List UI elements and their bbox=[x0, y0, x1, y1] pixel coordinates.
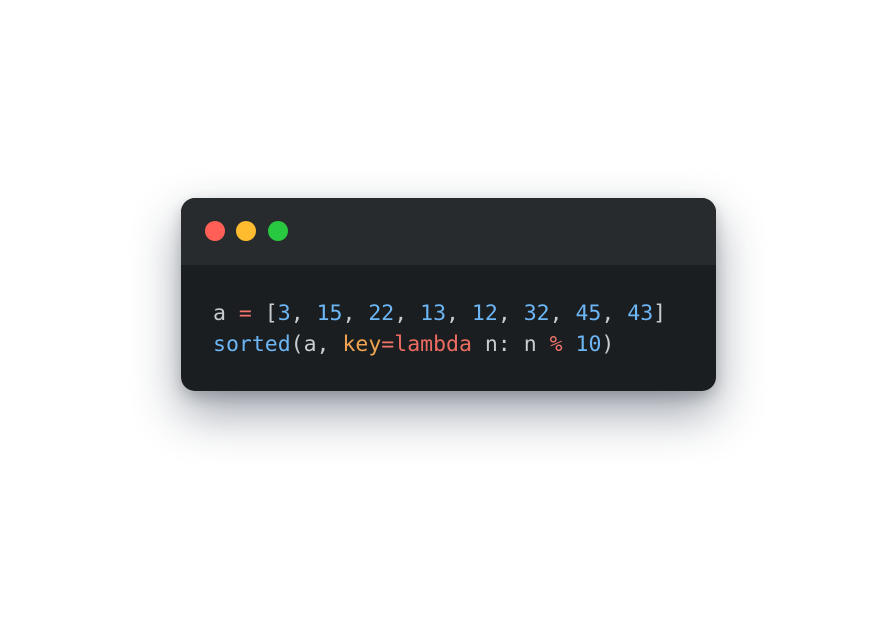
code-token-key: key bbox=[342, 332, 382, 357]
code-token-num: 13 bbox=[420, 301, 447, 326]
code-token-plain: ) bbox=[601, 332, 615, 357]
code-token-plain: a bbox=[213, 301, 239, 326]
code-token-num: 43 bbox=[627, 301, 654, 326]
code-token-op: = bbox=[381, 332, 395, 357]
window-titlebar bbox=[181, 198, 716, 265]
canvas: a = [3, 15, 22, 13, 12, 32, 45, 43] sorte… bbox=[0, 0, 885, 641]
code-token-plain: , bbox=[601, 301, 628, 326]
code-token-plain: n: n bbox=[471, 332, 550, 357]
code-token-plain: , bbox=[290, 301, 317, 326]
code-token-plain: ] bbox=[653, 301, 667, 326]
code-token-op: = bbox=[238, 301, 252, 326]
zoom-window-icon[interactable] bbox=[268, 221, 288, 241]
code-token-plain: , bbox=[342, 301, 369, 326]
close-window-icon[interactable] bbox=[205, 221, 225, 241]
code-token-num: 10 bbox=[575, 332, 602, 357]
code-line-1: a = [3, 15, 22, 13, 12, 32, 45, 43] bbox=[213, 298, 666, 329]
code-token-func: sorted bbox=[213, 332, 291, 357]
code-window: a = [3, 15, 22, 13, 12, 32, 45, 43] sorte… bbox=[181, 198, 716, 391]
code-token-plain: [ bbox=[251, 301, 278, 326]
minimize-window-icon[interactable] bbox=[236, 221, 256, 241]
code-token-plain: (a, bbox=[290, 332, 343, 357]
code-token-num: 22 bbox=[368, 301, 395, 326]
code-token-num: 32 bbox=[523, 301, 550, 326]
code-token-plain: , bbox=[446, 301, 472, 326]
code-token-op: % bbox=[549, 332, 563, 357]
code-line-2: sorted(a, key=lambda n: n % 10) bbox=[213, 329, 666, 360]
code-token-plain: , bbox=[497, 301, 524, 326]
code-token-num: 3 bbox=[277, 301, 291, 326]
code-token-num: 12 bbox=[471, 301, 498, 326]
code-token-num: 45 bbox=[575, 301, 602, 326]
code-token-plain: , bbox=[549, 301, 576, 326]
code-token-num: 15 bbox=[316, 301, 343, 326]
code-token-kw: lambda bbox=[394, 332, 472, 357]
code-block: a = [3, 15, 22, 13, 12, 32, 45, 43] sorte… bbox=[213, 298, 666, 360]
code-token-plain: , bbox=[394, 301, 421, 326]
